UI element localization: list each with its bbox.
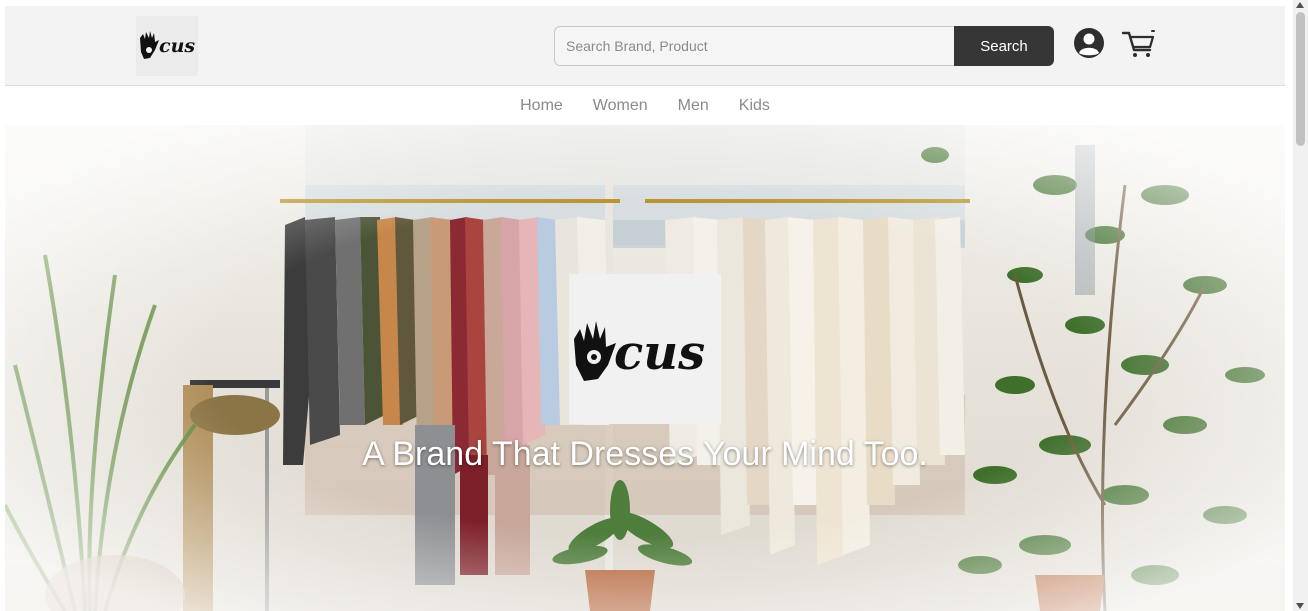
hero-logo: cus [569,274,721,424]
page: cus Search Home Women Men Kids [5,6,1285,611]
nav-item-home[interactable]: Home [520,97,563,115]
svg-text:cus: cus [159,35,195,57]
nav-item-women[interactable]: Women [593,97,648,115]
hero-tagline: A Brand That Dresses Your Mind Too. [362,435,928,473]
scrollbar-thumb[interactable] [1296,12,1305,146]
nav-item-men[interactable]: Men [678,97,709,115]
svg-text:cus: cus [614,325,705,381]
hero-banner: cus A Brand That Dresses Your Mind Too. [5,125,1285,611]
main-nav: Home Women Men Kids [5,87,1285,125]
shopping-cart-icon[interactable] [1121,28,1157,60]
ucus-logo-icon: cus [140,31,195,59]
scroll-down-arrow-icon[interactable] [1296,603,1304,609]
scroll-up-arrow-icon[interactable] [1296,2,1304,8]
header-logo[interactable]: cus [136,16,198,76]
search-button[interactable]: Search [954,26,1054,66]
search-input[interactable] [554,26,958,66]
page-scrollbar[interactable] [1293,0,1308,611]
user-account-icon[interactable] [1073,27,1105,59]
header: cus Search [5,6,1285,86]
ucus-logo-icon: cus [574,321,705,381]
nav-item-kids[interactable]: Kids [739,97,770,115]
